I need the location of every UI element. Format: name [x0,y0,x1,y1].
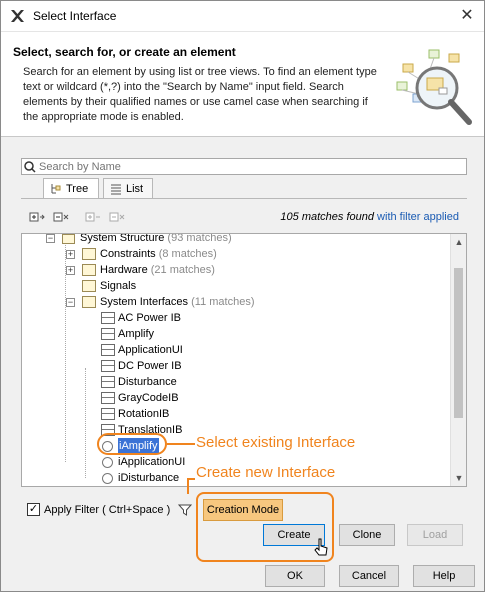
tree-label: ApplicationUI [118,344,183,356]
block-icon [101,376,115,388]
tree-row-system-interfaces[interactable]: − System Interfaces (11 matches) [22,294,442,310]
callout-connector-horizontal [187,478,195,480]
tree-row-block[interactable]: AC Power IB [22,310,442,326]
select-interface-dialog: Select Interface ✕ Select, search for, o… [0,0,485,592]
search-field[interactable] [21,158,467,175]
block-icon [101,408,115,420]
folder-icon [82,248,96,260]
tree-row-block[interactable]: RotationIB [22,406,442,422]
match-count: (93 matches) [167,233,232,244]
tree-label: Disturbance [118,376,177,388]
tree-label: Amplify [118,328,155,340]
tree-label: DC Power IB [118,360,182,372]
tree-row-block[interactable]: Amplify [22,326,442,342]
block-icon [101,328,115,340]
creation-mode-button[interactable]: Creation Mode [203,499,283,521]
tree-row-block[interactable]: ApplicationUI [22,342,442,358]
interface-icon [102,473,113,484]
search-magnifier-illustration-icon [396,49,472,125]
window-title: Select Interface [33,9,117,23]
callout-connector-vertical [187,478,189,494]
tree-toolbar: 105 matches found with filter applied [29,211,459,225]
collapse-toggle-icon[interactable]: − [46,234,55,243]
folder-icon [82,264,96,276]
match-count: (11 matches) [191,296,255,308]
tree-row-hardware[interactable]: + Hardware (21 matches) [22,262,442,278]
tree-label: System Interfaces [100,296,189,308]
callout-connector [167,443,195,445]
title-bar: Select Interface ✕ [1,1,484,31]
tree-row-block[interactable]: GrayCodeIB [22,390,442,406]
block-icon [101,344,115,356]
apply-filter-label: Apply Filter ( Ctrl+Space ) [44,503,171,516]
search-input[interactable] [39,159,459,174]
cancel-button[interactable]: Cancel [339,565,399,587]
filter-applied-link[interactable]: with filter applied [374,211,459,223]
tree-row-block[interactable]: DC Power IB [22,358,442,374]
app-logo-icon [11,10,24,22]
header-title: Select, search for, or create an element [13,45,236,59]
block-icon [101,392,115,404]
expand-all-icon[interactable] [29,211,45,224]
tree-row-block[interactable]: Disturbance [22,374,442,390]
collapse-toggle-icon[interactable]: − [66,298,75,307]
callout-create-new: Create new Interface [196,464,336,481]
scroll-thumb[interactable] [454,268,463,418]
tab-tree[interactable]: Tree [43,178,99,198]
tab-list[interactable]: List [103,178,153,198]
match-count: (8 matches) [158,248,217,260]
tree-row-system-structure[interactable]: − System Structure (93 matches) [22,233,442,246]
ok-button[interactable]: OK [265,565,325,587]
tree-label: iApplicationUI [118,456,186,468]
tree-label: RotationIB [118,408,170,420]
folder-icon [82,280,96,292]
package-icon [62,234,75,244]
scroll-down-icon[interactable]: ▼ [451,470,466,486]
tree-label: Signals [100,280,137,292]
scroll-up-icon[interactable]: ▲ [451,234,466,250]
tree-label: Constraints [100,248,156,260]
match-count: (21 matches) [150,264,215,276]
header-description: Search for an element by using list or t… [23,66,377,123]
tab-list-label: List [126,182,144,195]
tree-label: System Structure [80,233,165,244]
checkbox-checked-icon[interactable]: ✓ [27,503,40,516]
list-view-icon [111,184,121,194]
tree-row-constraints[interactable]: + Constraints (8 matches) [22,246,442,262]
expand-toggle-icon[interactable]: + [66,266,75,275]
mouse-pointer-icon [314,538,328,556]
tree-label: GrayCodeIB [118,392,179,404]
load-button[interactable]: Load [407,524,463,546]
help-button[interactable]: Help [413,565,475,587]
apply-filter-checkbox[interactable]: ✓ Apply Filter ( Ctrl+Space ) [27,503,170,516]
expand-selected-icon[interactable] [85,211,101,224]
tree-label: Hardware [100,264,148,276]
tree-label: iDisturbance [118,472,180,484]
tree-view-icon [51,183,61,193]
filter-icon[interactable] [178,503,192,517]
collapse-all-icon[interactable] [53,211,69,224]
matches-status: 105 matches found with filter applied [280,211,459,223]
callout-select-existing: Select existing Interface [196,434,356,451]
tab-tree-label: Tree [66,182,89,195]
folder-icon [82,296,96,308]
expand-toggle-icon[interactable]: + [66,250,75,259]
dialog-header: Select, search for, or create an element… [1,31,484,137]
interface-icon [102,457,113,468]
collapse-selected-icon[interactable] [109,211,125,224]
search-icon [24,161,36,173]
tree-row-signals[interactable]: Signals [22,278,442,294]
tree-label: AC Power IB [118,312,181,324]
existing-interface-highlight [97,433,167,455]
tree-scrollbar[interactable]: ▲ ▼ [450,234,466,486]
clone-button[interactable]: Clone [339,524,395,546]
block-icon [101,360,115,372]
block-icon [101,312,115,324]
close-icon[interactable]: ✕ [456,5,478,27]
tab-divider [21,198,467,199]
matches-count: 105 matches found [280,211,374,223]
